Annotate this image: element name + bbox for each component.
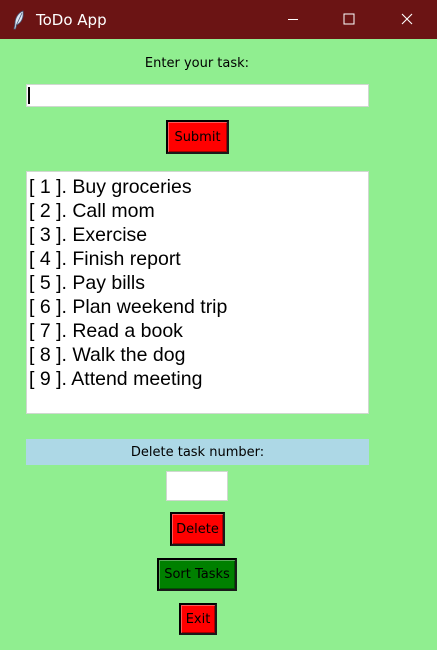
minimize-icon bbox=[287, 10, 299, 29]
list-item[interactable]: [ 3 ]. Exercise bbox=[29, 223, 366, 247]
delete-task-label: Delete task number: bbox=[26, 439, 369, 465]
title-bar[interactable]: ToDo App bbox=[0, 0, 437, 39]
list-item[interactable]: [ 7 ]. Read a book bbox=[29, 319, 366, 343]
list-item[interactable]: [ 6 ]. Plan weekend trip bbox=[29, 295, 366, 319]
window-title: ToDo App bbox=[36, 11, 107, 29]
close-icon bbox=[401, 10, 413, 29]
text-cursor bbox=[28, 87, 30, 104]
task-listbox[interactable]: [ 1 ]. Buy groceries [ 2 ]. Call mom [ 3… bbox=[26, 171, 369, 414]
list-item[interactable]: [ 2 ]. Call mom bbox=[29, 199, 366, 223]
close-button[interactable] bbox=[384, 0, 430, 39]
submit-button[interactable]: Submit bbox=[166, 120, 229, 154]
list-item[interactable]: [ 9 ]. Attend meeting bbox=[29, 367, 366, 391]
maximize-icon bbox=[343, 10, 355, 29]
sort-tasks-button[interactable]: Sort Tasks bbox=[157, 558, 237, 591]
task-prompt-label: Enter your task: bbox=[144, 56, 250, 71]
feather-icon bbox=[12, 10, 26, 30]
delete-number-input[interactable] bbox=[166, 471, 228, 501]
maximize-button[interactable] bbox=[326, 0, 372, 39]
minimize-button[interactable] bbox=[270, 0, 316, 39]
delete-button[interactable]: Delete bbox=[170, 512, 225, 546]
list-item[interactable]: [ 8 ]. Walk the dog bbox=[29, 343, 366, 367]
list-item[interactable]: [ 5 ]. Pay bills bbox=[29, 271, 366, 295]
exit-button[interactable]: Exit bbox=[179, 603, 217, 635]
list-item[interactable]: [ 4 ]. Finish report bbox=[29, 247, 366, 271]
task-input[interactable] bbox=[26, 84, 369, 107]
list-item[interactable]: [ 1 ]. Buy groceries bbox=[29, 175, 366, 199]
